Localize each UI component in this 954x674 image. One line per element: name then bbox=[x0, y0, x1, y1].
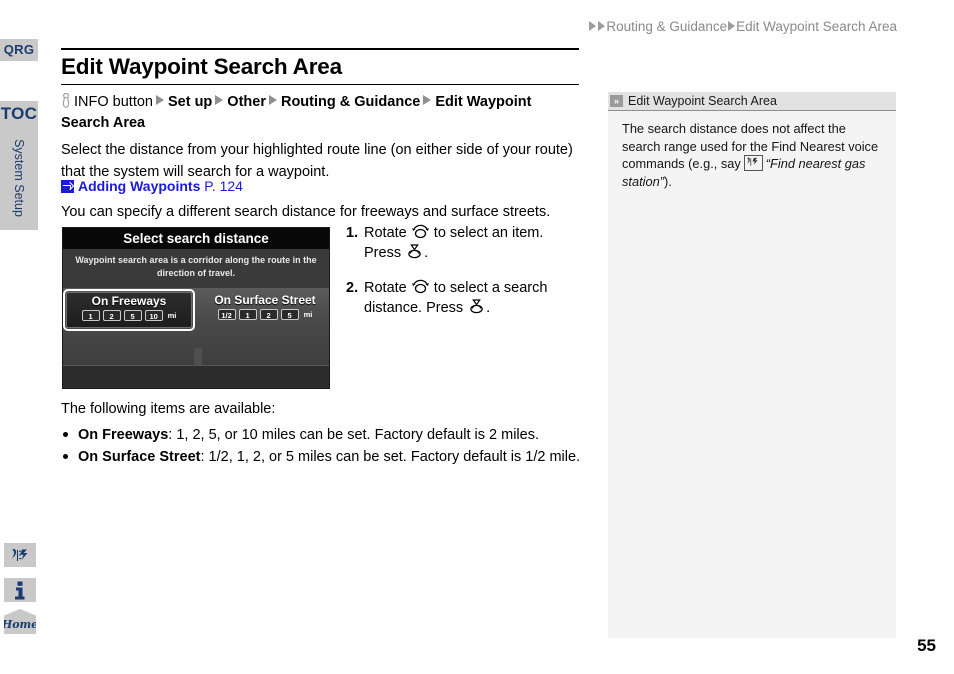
press-knob-icon bbox=[470, 298, 483, 313]
nav-screen-options-area: On Freeways 1 2 5 10 mi On Surface Stree… bbox=[63, 288, 329, 388]
voice-command-icon bbox=[12, 548, 28, 561]
nav-path-info-button-label: INFO button bbox=[74, 94, 153, 110]
nav-unit-label: mi bbox=[167, 311, 177, 320]
nav-value-pill[interactable]: 2 bbox=[259, 309, 278, 320]
nav-option-on-freeways-label: On Freeways bbox=[91, 294, 167, 308]
nav-value-pill[interactable]: 5 bbox=[123, 310, 142, 321]
nav-value-pill[interactable]: 10 bbox=[144, 310, 163, 321]
breadcrumb: Routing & Guidance Edit Waypoint Search A… bbox=[588, 19, 897, 34]
press-knob-icon bbox=[408, 243, 421, 258]
navigation-path: INFO button Set up Other Routing & Guidance… bbox=[61, 92, 581, 134]
nav-path-segment-1[interactable]: Other bbox=[227, 94, 266, 110]
side-note-header: » Edit Waypoint Search Area bbox=[608, 92, 896, 111]
double-chevron-icon: » bbox=[610, 95, 623, 107]
available-items-list: On Freeways: 1, 2, 5, or 10 miles can be… bbox=[61, 424, 581, 468]
info-icon-button[interactable] bbox=[4, 578, 36, 602]
step-number: 1. bbox=[346, 225, 359, 241]
nav-path-segment-0[interactable]: Set up bbox=[168, 94, 212, 110]
side-note-header-label: Edit Waypoint Search Area bbox=[628, 94, 777, 108]
sidebar-tab-toc[interactable]: TOC bbox=[0, 101, 38, 126]
bullet-icon bbox=[63, 454, 68, 459]
page-number: 55 bbox=[917, 636, 936, 655]
breadcrumb-triangle-icon bbox=[589, 21, 597, 31]
breadcrumb-triangle-icon bbox=[728, 21, 736, 31]
reference-page-label: P. 124 bbox=[204, 178, 243, 194]
nav-option-on-freeways[interactable]: On Freeways 1 2 5 10 mi bbox=[63, 289, 195, 331]
voice-command-icon bbox=[743, 155, 763, 171]
left-sidebar-rail: QRG TOC System Setup Home bbox=[0, 0, 40, 674]
list-item-desc: : 1/2, 1, 2, or 5 miles can be set. Fact… bbox=[200, 449, 581, 465]
nav-screen-description: Waypoint search area is a corridor along… bbox=[75, 255, 317, 278]
nav-option-on-surface-street-values: 1/2 1 2 5 mi bbox=[203, 309, 327, 320]
nav-screen-bottom-bar bbox=[63, 365, 329, 388]
side-note-box: » Edit Waypoint Search Area The search d… bbox=[608, 92, 896, 638]
navigation-screen-image: Select search distance Waypoint search a… bbox=[62, 227, 330, 389]
list-item-term: On Surface Street bbox=[78, 449, 201, 465]
breadcrumb-triangle-icon bbox=[598, 21, 606, 31]
breadcrumb-item-0[interactable]: Routing & Guidance bbox=[606, 19, 727, 34]
nav-value-pill[interactable]: 1 bbox=[81, 310, 100, 321]
page-title: Edit Waypoint Search Area bbox=[61, 54, 342, 79]
title-rule-bottom bbox=[61, 84, 579, 85]
title-rule-top bbox=[61, 48, 579, 50]
breadcrumb-item-1[interactable]: Edit Waypoint Search Area bbox=[736, 19, 897, 34]
nav-path-segment-2[interactable]: Routing & Guidance bbox=[281, 94, 420, 110]
rotate-knob-icon bbox=[411, 224, 429, 239]
intro-paragraph: Select the distance from your highlighte… bbox=[61, 142, 573, 180]
step-list: 1. Rotate to select an item. Press . 2. … bbox=[346, 224, 576, 334]
side-note-text-b: ). bbox=[663, 173, 672, 189]
nav-value-pill[interactable]: 1 bbox=[238, 309, 257, 320]
side-note-body: The search distance does not affect the … bbox=[608, 111, 896, 190]
info-icon bbox=[15, 581, 25, 599]
nav-unit-label: mi bbox=[303, 310, 313, 319]
step-item: 2. Rotate to select a search distance. P… bbox=[346, 279, 576, 318]
nav-path-triangle-icon bbox=[423, 95, 432, 105]
nav-option-on-freeways-values: 1 2 5 10 mi bbox=[67, 310, 191, 321]
rotate-knob-icon bbox=[411, 279, 429, 294]
list-item: On Freeways: 1, 2, 5, or 10 miles can be… bbox=[61, 424, 581, 446]
step-text-c: . bbox=[424, 244, 429, 261]
nav-path-triangle-icon bbox=[268, 95, 277, 105]
sidebar-tab-system-setup-label: System Setup bbox=[12, 139, 26, 217]
list-item: On Surface Street: 1/2, 1, 2, or 5 miles… bbox=[61, 446, 581, 468]
nav-option-on-surface-street[interactable]: On Surface Street 1/2 1 2 5 mi bbox=[203, 292, 327, 328]
step-text-c: . bbox=[486, 299, 491, 316]
home-icon-button[interactable]: Home bbox=[4, 609, 36, 634]
reference-link[interactable]: Adding Waypoints P. 124 bbox=[61, 178, 243, 194]
sidebar-tab-toc-label: TOC bbox=[0, 104, 38, 123]
home-label: Home bbox=[1, 618, 39, 631]
list-item-desc: : 1, 2, 5, or 10 miles can be set. Facto… bbox=[168, 427, 539, 443]
sidebar-tab-system-setup[interactable]: System Setup bbox=[0, 126, 38, 230]
available-items-intro: The following items are available: bbox=[61, 401, 276, 417]
bullet-icon bbox=[63, 432, 68, 437]
sidebar-tab-qrg-label: QRG bbox=[3, 42, 35, 57]
nav-path-triangle-icon bbox=[155, 95, 164, 105]
step-text-a: Rotate bbox=[364, 225, 407, 241]
nav-value-pill[interactable]: 1/2 bbox=[217, 309, 236, 320]
step-text-a: Rotate bbox=[364, 280, 407, 296]
info-button-press-icon bbox=[62, 93, 70, 108]
voice-command-icon-button[interactable] bbox=[4, 543, 36, 567]
nav-path-triangle-icon bbox=[215, 95, 224, 105]
reference-link-label: Adding Waypoints bbox=[78, 178, 201, 194]
sidebar-tab-qrg[interactable]: QRG bbox=[0, 39, 38, 61]
second-paragraph: You can specify a different search dista… bbox=[61, 204, 551, 220]
nav-value-pill[interactable]: 2 bbox=[102, 310, 121, 321]
step-item: 1. Rotate to select an item. Press . bbox=[346, 224, 576, 263]
nav-value-pill[interactable]: 5 bbox=[280, 309, 299, 320]
jump-arrow-icon bbox=[61, 180, 74, 193]
list-item-term: On Freeways bbox=[78, 427, 169, 443]
nav-screen-title: Select search distance bbox=[63, 228, 329, 249]
step-number: 2. bbox=[346, 280, 359, 296]
nav-option-on-surface-street-label: On Surface Street bbox=[214, 293, 316, 307]
